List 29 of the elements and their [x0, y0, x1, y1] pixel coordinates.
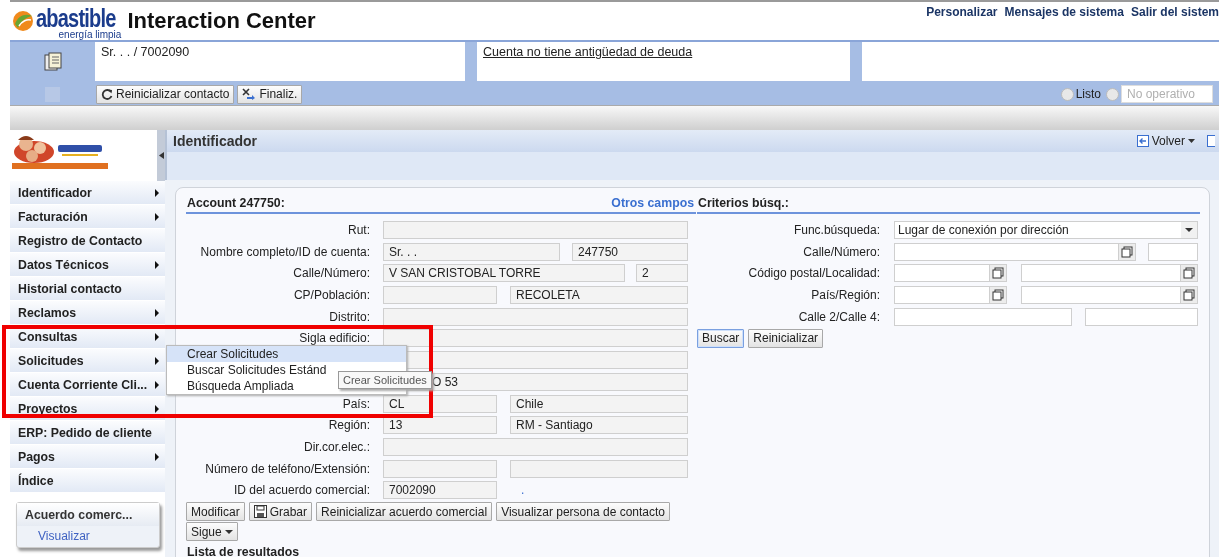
radio-label: Listo	[1075, 87, 1101, 101]
field-label: Calle/Número:	[292, 266, 370, 281]
account-alert: Cuenta no tiene antigüedad de deuda	[477, 42, 850, 81]
field-label: Calle 2/Calle 4:	[797, 309, 880, 324]
field-label: Código postal/Localidad:	[747, 266, 880, 281]
field-label: Región:	[327, 418, 370, 433]
page-title: Identificador	[173, 133, 257, 149]
section-title: Criterios búsq.:	[698, 196, 789, 210]
contact-info: Sr. . . / 7002090	[95, 42, 465, 81]
section-title: Lista de resultados	[186, 545, 1200, 557]
field-label: ID del acuerdo comercial:	[232, 483, 370, 498]
field-label: País:	[341, 396, 370, 411]
field-label: Dir.cor.elec.:	[302, 439, 370, 454]
field-label: Rut:	[347, 223, 370, 237]
brand-name: abastible	[36, 6, 116, 30]
field-label: País/Región:	[810, 288, 880, 303]
tooltip: Crear Solicitudes	[338, 371, 432, 389]
field-note: .	[521, 483, 525, 498]
field-label: Nombre completo/ID de cuenta:	[199, 244, 370, 259]
field-label: Calle/Número:	[802, 244, 880, 259]
field-label: Número de teléfono/Extensión:	[204, 461, 370, 476]
section-title: Account 247750:	[187, 196, 285, 210]
panel-title: Acuerdo comerc...	[17, 503, 159, 526]
field-label: Sigla edificio:	[298, 331, 370, 346]
field-label: Distrito:	[328, 309, 370, 324]
field-label: Func.búsqueda:	[792, 223, 880, 237]
field-label: CP/Población:	[292, 288, 370, 303]
app-title: Interaction Center	[127, 8, 316, 34]
brand-tagline: energía limpia	[58, 30, 122, 40]
